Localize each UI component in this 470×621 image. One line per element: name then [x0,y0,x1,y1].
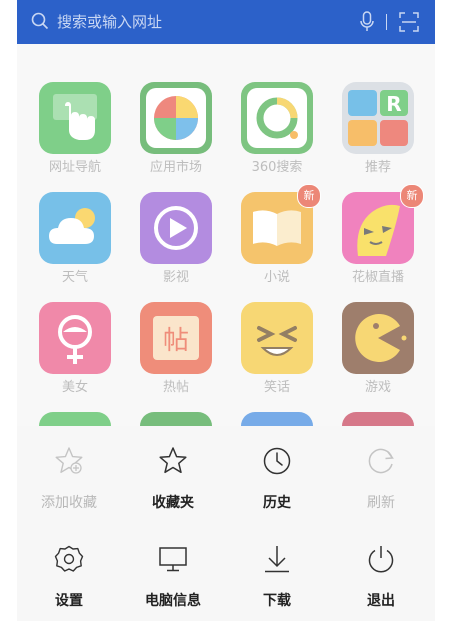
menu-label: 电脑信息 [145,593,201,609]
add-favorite-icon [55,447,83,474]
history-clock-icon [263,447,291,475]
menu-label: 下载 [263,593,291,609]
menu-label: 退出 [367,593,395,609]
power-icon [368,546,394,573]
refresh-button[interactable]: 刷新 [329,434,433,514]
add-favorite-button[interactable]: 添加收藏 [17,434,121,514]
favorites-star-icon [159,447,187,474]
refresh-icon [368,448,394,474]
search-bar[interactable]: 搜索或输入网址 [17,0,435,44]
browser-screen: 搜索或输入网址 网址导航 应用市场 360搜索 R 推荐 天气 影视 小说 新 … [17,0,435,621]
favorites-button[interactable]: 收藏夹 [121,434,225,514]
search-icon [31,12,49,30]
download-button[interactable]: 下载 [225,532,329,612]
search-divider [386,14,387,30]
menu-label: 添加收藏 [41,495,97,511]
computer-monitor-icon [159,547,187,572]
history-button[interactable]: 历史 [225,434,329,514]
scan-icon[interactable] [399,12,419,32]
microphone-icon[interactable] [359,11,375,33]
menu-label: 刷新 [367,495,395,511]
dim-overlay[interactable] [17,44,435,426]
exit-button[interactable]: 退出 [329,532,433,612]
download-icon [265,546,289,573]
settings-gear-icon [54,545,84,572]
search-placeholder[interactable]: 搜索或输入网址 [57,11,162,32]
menu-label: 历史 [263,495,291,511]
settings-button[interactable]: 设置 [17,532,121,612]
menu-label: 收藏夹 [152,495,194,511]
computer-info-button[interactable]: 电脑信息 [121,532,225,612]
bottom-menu-sheet: 添加收藏 收藏夹 历史 刷新 设置 电脑信息 下载 退出 [17,426,435,621]
menu-label: 设置 [55,593,83,609]
